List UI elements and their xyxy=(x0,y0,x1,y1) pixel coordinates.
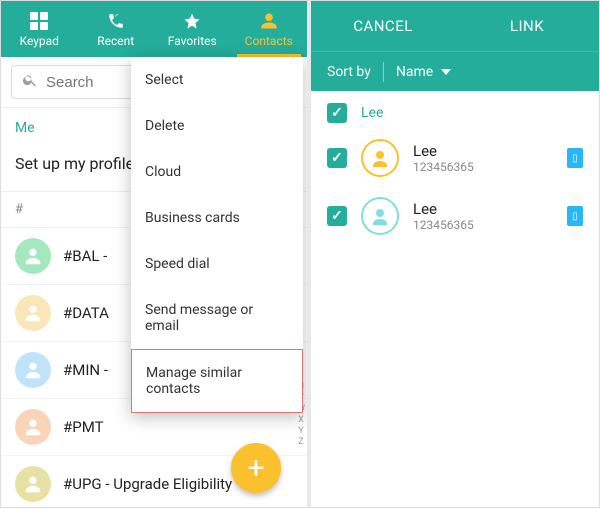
contact-name: #PMT xyxy=(63,418,104,436)
sort-value-text: Name xyxy=(396,64,433,80)
sim-storage-icon: ▯ xyxy=(567,148,583,168)
contact-name: #DATA xyxy=(63,304,109,322)
divider xyxy=(383,62,384,82)
avatar-icon xyxy=(15,352,51,388)
index-letter: X xyxy=(298,415,304,425)
sort-by-label: Sort by xyxy=(327,64,371,80)
contact-texts: Lee 123456365 xyxy=(413,200,474,232)
index-letter: Y xyxy=(298,426,303,436)
row-checkbox[interactable] xyxy=(327,148,347,168)
search-icon xyxy=(22,72,38,92)
avatar-icon xyxy=(15,466,51,502)
tab-label: Contacts xyxy=(245,34,293,48)
avatar-icon xyxy=(361,139,399,177)
keypad-icon xyxy=(30,11,48,31)
contact-number: 123456365 xyxy=(413,160,474,174)
menu-item-manage-similar[interactable]: Manage similar contacts xyxy=(131,349,303,413)
menu-item-business-cards[interactable]: Business cards xyxy=(131,195,303,241)
tab-recent[interactable]: Recent xyxy=(78,1,155,57)
menu-item-speed-dial[interactable]: Speed dial xyxy=(131,241,303,287)
tab-keypad[interactable]: Keypad xyxy=(1,1,78,57)
avatar-icon xyxy=(361,197,399,235)
tab-label: Keypad xyxy=(20,34,59,48)
person-icon xyxy=(260,11,278,31)
phone-app-pane: Keypad Recent Favorites Contacts xyxy=(1,1,311,507)
avatar-icon xyxy=(15,409,51,445)
tab-contacts[interactable]: Contacts xyxy=(231,1,308,57)
sim-storage-icon: ▯ xyxy=(567,206,583,226)
chevron-down-icon xyxy=(441,69,451,75)
duplicate-contact-row[interactable]: Lee 123456365 ▯ xyxy=(311,129,599,187)
plus-icon: + xyxy=(247,451,264,486)
contact-number: 123456365 xyxy=(413,218,474,232)
menu-item-select[interactable]: Select xyxy=(131,57,303,103)
row-checkbox[interactable] xyxy=(327,206,347,226)
tab-favorites[interactable]: Favorites xyxy=(154,1,231,57)
sort-row: Sort by Name xyxy=(311,51,599,91)
group-name: Lee xyxy=(361,105,383,121)
add-contact-fab[interactable]: + xyxy=(231,443,281,493)
index-letter: Z xyxy=(298,437,303,447)
menu-item-cloud[interactable]: Cloud xyxy=(131,149,303,195)
avatar-icon xyxy=(15,238,51,274)
tab-label: Favorites xyxy=(168,34,217,48)
link-contacts-pane: CANCEL LINK Sort by Name Lee Lee 1234563… xyxy=(311,1,599,507)
link-button[interactable]: LINK xyxy=(455,17,599,35)
sort-dropdown[interactable]: Name xyxy=(396,64,451,80)
link-header: CANCEL LINK xyxy=(311,1,599,51)
top-tab-bar: Keypad Recent Favorites Contacts xyxy=(1,1,307,57)
avatar-icon xyxy=(15,295,51,331)
menu-item-delete[interactable]: Delete xyxy=(131,103,303,149)
contact-name: #BAL - xyxy=(63,247,107,265)
duplicate-group-header: Lee xyxy=(311,91,599,129)
contact-texts: Lee 123456365 xyxy=(413,142,474,174)
contact-name: #UPG - Upgrade Eligibility xyxy=(63,475,232,493)
menu-item-send-message[interactable]: Send message or email xyxy=(131,287,303,349)
duplicate-contact-row[interactable]: Lee 123456365 ▯ xyxy=(311,187,599,245)
overflow-menu: Select Delete Cloud Business cards Speed… xyxy=(131,57,303,413)
cancel-button[interactable]: CANCEL xyxy=(311,17,455,35)
phone-recent-icon xyxy=(107,11,125,31)
contact-name: Lee xyxy=(413,200,474,218)
contact-name: Lee xyxy=(413,142,474,160)
star-icon xyxy=(183,11,201,31)
contact-name: #MIN - xyxy=(63,361,108,379)
group-checkbox[interactable] xyxy=(327,103,347,123)
tab-label: Recent xyxy=(97,34,134,48)
